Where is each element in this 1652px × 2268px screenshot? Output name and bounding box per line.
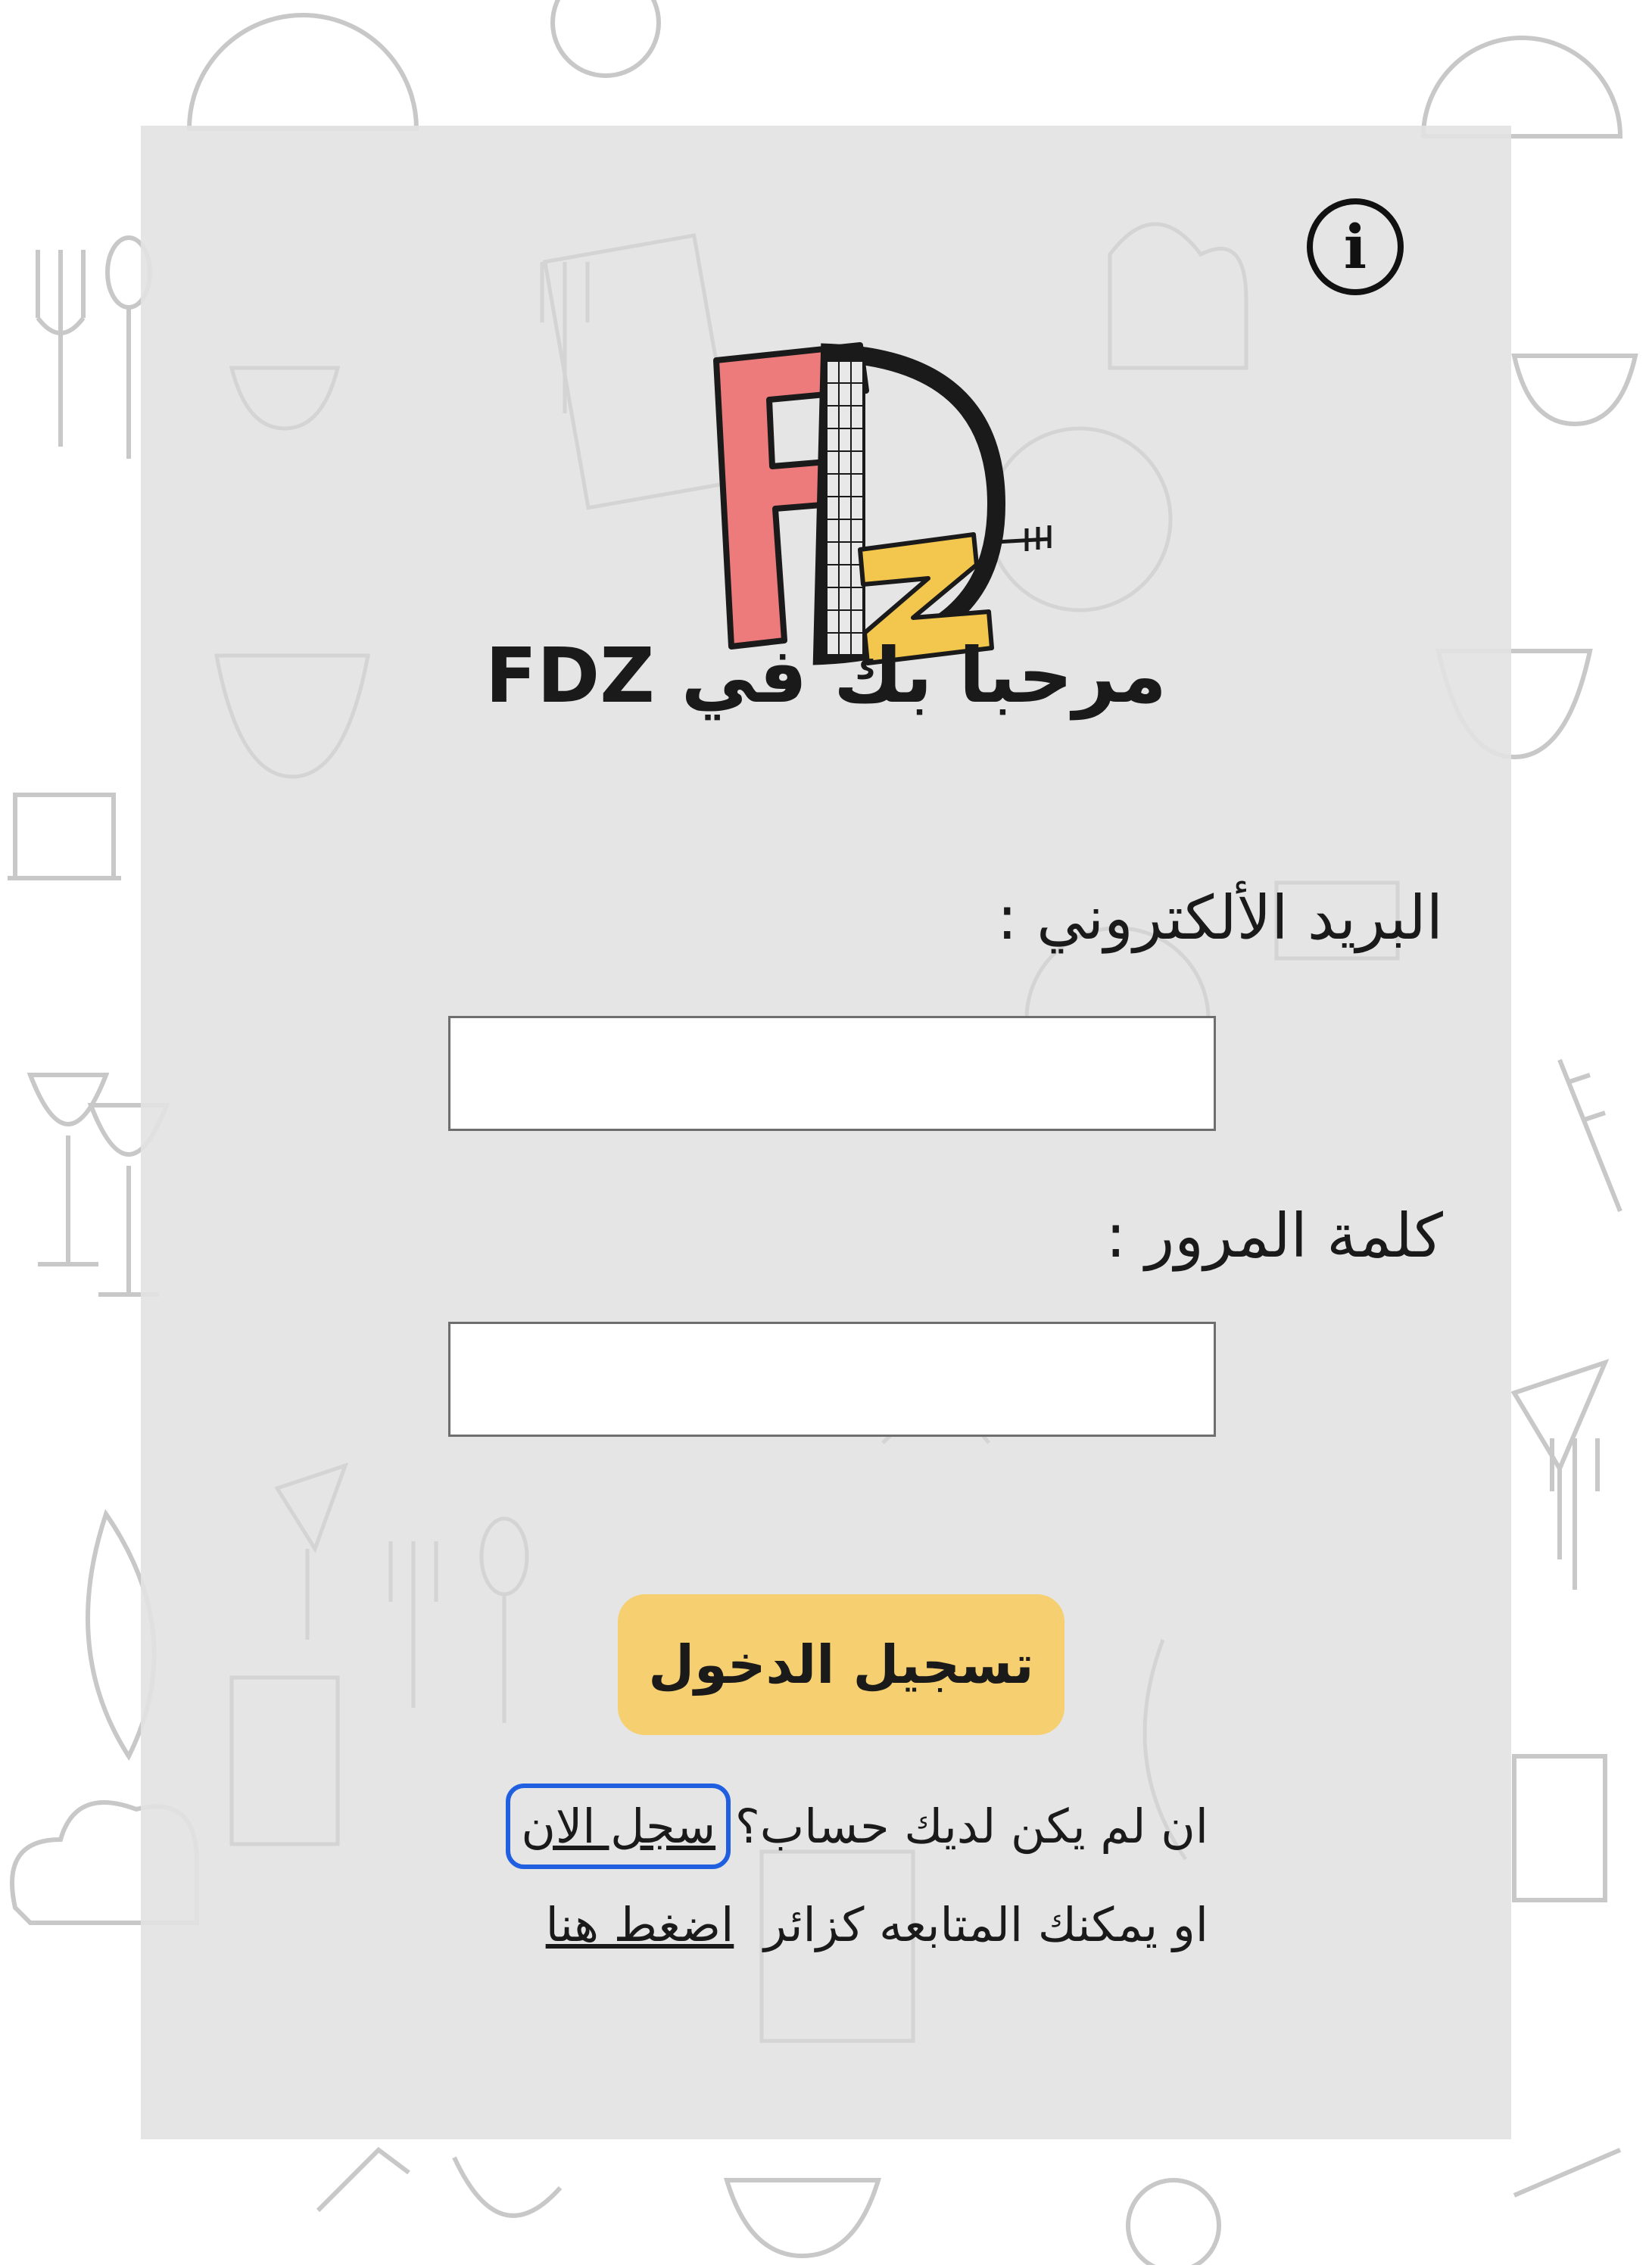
info-icon: i: [1343, 211, 1367, 282]
signup-link[interactable]: سجل الان: [506, 1784, 731, 1869]
knife-doodle: [1513, 2148, 1622, 2198]
signup-prompt: ان لم يكن لديك حساب؟ سجل الان: [506, 1784, 1208, 1869]
skewer-doodle: [1557, 1058, 1622, 1213]
menu-doodle: [1512, 1754, 1607, 1902]
password-label: كلمة المرور :: [1105, 1201, 1443, 1271]
bread-doodle: [452, 2156, 563, 2218]
guest-prompt: او يمكنك المتابعه كزائر اضغط هنا: [546, 1897, 1208, 1952]
no-account-text: ان لم يكن لديك حساب؟: [734, 1799, 1208, 1854]
dome-doodle: [186, 13, 419, 131]
welcome-title: مرحبا بك في FDZ: [485, 631, 1167, 720]
guest-link[interactable]: اضغط هنا: [546, 1897, 734, 1952]
fork-doodle: [36, 250, 86, 447]
password-input[interactable]: [448, 1322, 1216, 1437]
bowl-doodle: [1511, 354, 1638, 427]
plate-doodle: [1126, 2178, 1221, 2268]
guest-text: او يمكنك المتابعه كزائر: [764, 1897, 1208, 1952]
plate-doodle: [550, 0, 661, 78]
cup-doodle: [316, 2147, 410, 2213]
info-button[interactable]: i: [1307, 198, 1404, 295]
cocktail-doodle: [1510, 1359, 1610, 1559]
cake-doodle: [8, 793, 121, 880]
email-label: البريد الألكتروني :: [996, 883, 1443, 953]
email-input[interactable]: [448, 1016, 1216, 1131]
bowl-doodle: [723, 2178, 882, 2259]
login-card: i مرحبا بك في FDZ البريد الألكتروني : كل…: [141, 126, 1511, 2139]
dome-doodle: [1420, 36, 1623, 139]
login-button[interactable]: تسجيل الدخول: [618, 1594, 1064, 1735]
